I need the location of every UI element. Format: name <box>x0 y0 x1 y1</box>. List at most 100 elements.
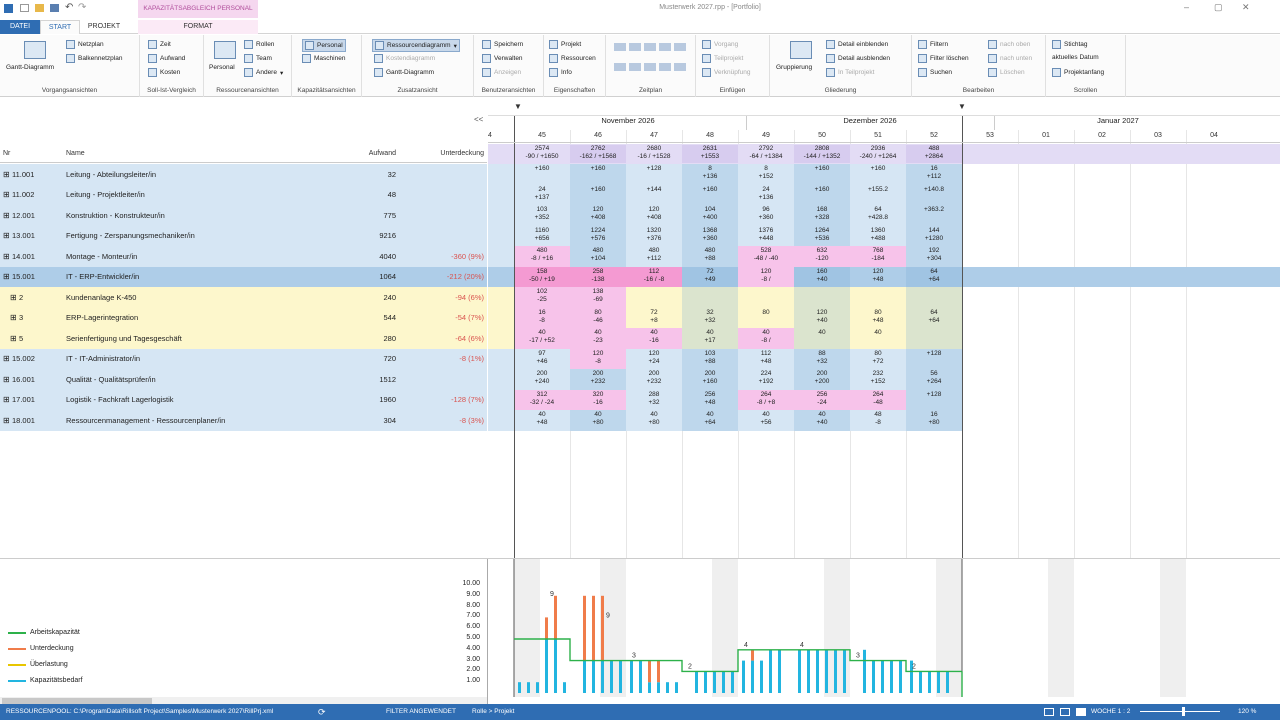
projektanfang-button[interactable]: Projektanfang <box>1052 68 1104 77</box>
grid-cell[interactable]: 1368 +360 <box>682 225 738 246</box>
grid-cell[interactable]: 120 +408 <box>570 205 626 226</box>
grid-cell[interactable]: 138 -69 <box>570 287 626 308</box>
grid-cell[interactable]: 103 +88 <box>682 348 738 369</box>
grid-cell[interactable]: 200 +200 <box>794 369 850 390</box>
grid-cell[interactable]: 24 +136 <box>738 185 794 206</box>
grid-cell[interactable]: 320 -16 <box>570 389 626 410</box>
grid-cell[interactable] <box>906 328 962 349</box>
netzplan-button[interactable]: Netzplan <box>66 40 104 49</box>
grid-cell[interactable]: 80 -46 <box>570 307 626 328</box>
detail-ausblenden-button[interactable]: Detail ausblenden <box>826 54 890 63</box>
table-row[interactable]: ⊞ 12.001 Konstruktion - Konstrukteur/in 775 <box>0 205 487 226</box>
grid-cell[interactable]: 80 +72 <box>850 349 906 370</box>
grid-cell[interactable]: 158 -50 / +19 <box>514 266 570 287</box>
grid-cell[interactable]: 120 +48 <box>850 267 906 288</box>
grid-cell[interactable]: 200 +160 <box>682 369 738 390</box>
refresh-icon[interactable]: ⟳ <box>318 707 326 718</box>
view-table-icon[interactable] <box>1060 708 1070 716</box>
gantt-button[interactable]: Gantt-Diagramm <box>6 64 54 71</box>
grid-cell[interactable]: 200 +232 <box>626 369 682 390</box>
grid-cell[interactable]: +128 <box>906 389 962 410</box>
maschinen-button[interactable]: Maschinen <box>302 54 345 63</box>
open-icon[interactable] <box>35 4 44 12</box>
grid-cell[interactable]: 312 -32 / -24 <box>514 389 570 410</box>
grid-cell[interactable]: +140.8 <box>906 184 962 205</box>
redo-icon[interactable]: ↷ <box>78 2 86 13</box>
end-marker-icon[interactable]: ▼ <box>958 102 966 111</box>
grid-cell[interactable]: 200 +232 <box>570 369 626 390</box>
grid-cell[interactable]: +160 <box>850 164 906 185</box>
view-normal-icon[interactable] <box>1044 708 1054 716</box>
grid-cell[interactable]: 102 -25 <box>514 287 570 308</box>
tab-format[interactable]: FORMAT <box>138 20 258 34</box>
grid-cell[interactable]: 16 -8 <box>514 307 570 328</box>
grid-cell[interactable]: 8 +136 <box>682 164 738 185</box>
grid-cell[interactable]: 288 +32 <box>626 390 682 411</box>
grid-cell[interactable]: 120 +40 <box>794 307 850 328</box>
grid-cell[interactable]: 112 -16 / -8 <box>626 266 682 287</box>
grid-cell[interactable]: 1320 +376 <box>626 226 682 247</box>
timeline-icons-2[interactable] <box>614 63 688 71</box>
grid-cell[interactable]: 120 -8 / <box>738 266 794 287</box>
grid-cell[interactable]: 64 +428.8 <box>850 205 906 226</box>
info-button[interactable]: Info <box>549 68 572 77</box>
grid-cell[interactable]: 480 +112 <box>626 246 682 267</box>
tab-datei[interactable]: DATEI <box>0 20 40 34</box>
grid-cell[interactable] <box>738 287 794 308</box>
tab-start[interactable]: START <box>40 20 80 34</box>
grid-cell[interactable]: 80 <box>738 308 794 329</box>
grid-cell[interactable]: +128 <box>906 348 962 369</box>
grid-cell[interactable]: 256 +48 <box>682 389 738 410</box>
grid-cell[interactable]: 258 -138 <box>570 266 626 287</box>
expand-plus-icon[interactable]: ⊞ <box>3 231 10 240</box>
filter-loeschen-button[interactable]: Filter löschen <box>918 54 969 63</box>
grid-cell[interactable]: +160 <box>570 184 626 205</box>
grid-cell[interactable]: 97 +46 <box>514 349 570 370</box>
grid-cell[interactable]: 232 +152 <box>850 369 906 390</box>
grid-cell[interactable]: +160 <box>794 184 850 205</box>
expand-plus-icon[interactable]: ⊞ <box>3 272 10 281</box>
team-button[interactable]: Team <box>244 54 272 63</box>
grid-cell[interactable]: +160 <box>794 164 850 185</box>
grid-cell[interactable]: +363.2 <box>906 205 962 226</box>
grid-cell[interactable]: 48 -8 <box>850 410 906 431</box>
grid-cell[interactable]: +160 <box>570 164 626 185</box>
expand-plus-icon[interactable]: ⊞ <box>3 395 10 404</box>
grid-cell[interactable]: 264 -48 <box>850 389 906 410</box>
tab-projekt[interactable]: PROJEKT <box>80 20 128 34</box>
close-icon[interactable]: ✕ <box>1242 2 1250 13</box>
grid-cell[interactable]: +155.2 <box>850 185 906 206</box>
grid-cell[interactable]: 120 +408 <box>626 205 682 226</box>
grid-cell[interactable]: 256 -24 <box>794 389 850 410</box>
detail-einblenden-button[interactable]: Detail einblenden <box>826 40 888 49</box>
grid-cell[interactable]: 40 +40 <box>794 410 850 431</box>
grid-cell[interactable]: 264 -8 / +8 <box>738 389 794 410</box>
table-row[interactable]: ⊞ 11.001 Leitung - Abteilungsleiter/in 32 <box>0 164 487 185</box>
personal-view-button[interactable]: Personal <box>209 64 235 71</box>
grid-cell[interactable]: 16 +80 <box>906 410 962 431</box>
expand-plus-icon[interactable]: ⊞ <box>3 190 10 199</box>
grid-cell[interactable]: 64 +64 <box>906 266 962 287</box>
grid-cell[interactable]: 632 -120 <box>794 246 850 267</box>
ressourcendiagramm-button[interactable]: Ressourcendiagramm ▾ <box>372 39 460 52</box>
andere-button[interactable]: Andere ▾ <box>244 68 283 77</box>
grid-cell[interactable]: 40 +80 <box>570 410 626 431</box>
expand-plus-icon[interactable]: ⊞ <box>3 211 10 220</box>
grid-cell[interactable]: 480 +88 <box>682 246 738 267</box>
collapse-table-button[interactable]: << <box>474 115 483 124</box>
grid-cell[interactable]: +160 <box>514 164 570 185</box>
grid-cell[interactable]: 120 -8 <box>570 348 626 369</box>
grid-cell[interactable]: +128 <box>626 164 682 185</box>
grid-cell[interactable]: 80 +48 <box>850 308 906 329</box>
grid-cell[interactable]: 160 +40 <box>794 266 850 287</box>
grid-cell[interactable]: 104 +400 <box>682 205 738 226</box>
expand-plus-icon[interactable]: ⊞ <box>10 293 17 302</box>
verknuepfung-button[interactable]: Verknüpfung <box>702 68 751 77</box>
grid-cell[interactable]: 88 +32 <box>794 348 850 369</box>
grid-cell[interactable]: 24 +137 <box>514 185 570 206</box>
table-row[interactable]: ⊞ 13.001 Fertigung - Zerspanungsmechaniker… <box>0 225 487 246</box>
expand-plus-icon[interactable]: ⊞ <box>3 354 10 363</box>
grid-cell[interactable]: 40 +56 <box>738 410 794 431</box>
grid-cell[interactable]: 1360 +488 <box>850 226 906 247</box>
grid-cell[interactable]: 1224 +576 <box>570 225 626 246</box>
